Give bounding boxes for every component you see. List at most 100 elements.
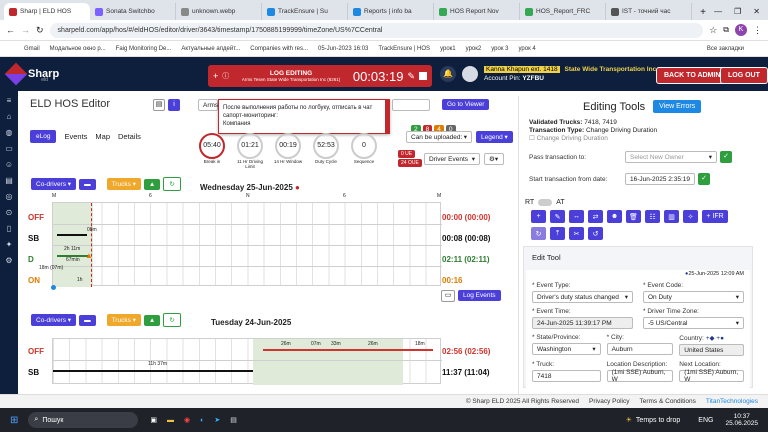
driver-search-field[interactable] bbox=[392, 99, 430, 111]
truck-select[interactable]: 7418 bbox=[532, 370, 601, 382]
driver-tz-select[interactable]: -5 US/Central ▾ bbox=[643, 317, 744, 329]
tab-ist[interactable]: IST - точний час bbox=[606, 3, 692, 20]
plus-icon[interactable]: + bbox=[213, 71, 218, 81]
chrome-icon[interactable]: ◉ bbox=[184, 416, 190, 424]
taskbar-search[interactable]: ⌕ Пошук bbox=[28, 412, 139, 428]
ifr-button[interactable]: + IFR bbox=[702, 210, 728, 223]
grid-settings-button[interactable]: ⚙▾ bbox=[484, 153, 504, 165]
confirm-owner-button[interactable]: ✓ bbox=[720, 151, 732, 163]
tab-map[interactable]: Map bbox=[95, 132, 110, 141]
trucks-button[interactable]: Trucks ▾ bbox=[106, 314, 141, 326]
back-to-admin-button[interactable]: BACK TO ADMIN bbox=[656, 67, 729, 84]
user-icon[interactable]: ☻ bbox=[607, 210, 622, 223]
comment-icon[interactable]: ▭ bbox=[441, 290, 455, 302]
undo-icon[interactable]: ↺ bbox=[588, 227, 603, 240]
forward-icon[interactable]: → bbox=[21, 25, 30, 35]
maximize-icon[interactable]: ❐ bbox=[734, 7, 741, 16]
info-button[interactable]: i bbox=[168, 99, 180, 111]
bookmark-gmail[interactable]: Gmail bbox=[24, 46, 40, 52]
bookmark-all[interactable]: Все закладки bbox=[707, 46, 744, 52]
menu-icon[interactable]: ⋮ bbox=[753, 25, 762, 36]
tab-details[interactable]: Details bbox=[118, 132, 141, 141]
signal-icon[interactable]: ◎ bbox=[4, 193, 14, 201]
co-drivers-button[interactable]: Co-drivers ▾ bbox=[31, 178, 77, 190]
globe-icon[interactable]: ◍ bbox=[4, 129, 14, 137]
extensions-icon[interactable]: ⧉ bbox=[723, 25, 729, 35]
state-select[interactable]: Washington ▾ bbox=[532, 343, 601, 355]
shift-up-icon[interactable]: ⤒ bbox=[550, 227, 565, 240]
bookmark-item[interactable]: урок2 bbox=[466, 46, 482, 52]
event-type-select[interactable]: Driver's duty status changed ▾ bbox=[532, 291, 633, 303]
view-errors-button[interactable]: View Errors bbox=[653, 100, 702, 113]
new-tab-button[interactable]: + bbox=[696, 6, 710, 20]
driver-events-select[interactable]: Driver Events ▾ bbox=[424, 153, 480, 165]
star-icon[interactable]: ☆ bbox=[709, 25, 717, 36]
add-truck-icon[interactable]: ▲ bbox=[143, 314, 161, 326]
info-icon[interactable]: ⓘ bbox=[222, 71, 229, 81]
gear-icon[interactable]: ⚙ bbox=[4, 257, 14, 265]
app-icon[interactable]: ▤ bbox=[230, 416, 237, 424]
location-field[interactable]: (1mi SSE) Auburn, W bbox=[606, 369, 674, 383]
logout-button[interactable]: LOG OUT bbox=[720, 67, 768, 84]
sharp-logo[interactable]: Sharp eld bbox=[0, 62, 150, 86]
bookmark-item[interactable]: Faig Monitoring De... bbox=[116, 46, 172, 52]
taskview-icon[interactable]: ▣ bbox=[150, 416, 157, 424]
back-icon[interactable]: ← bbox=[6, 25, 15, 35]
add-event-icon[interactable]: + bbox=[531, 210, 546, 223]
truck-icon[interactable]: ▭ bbox=[4, 145, 14, 153]
start-date-field[interactable]: 16-Jun-2025 2:35:19 bbox=[625, 173, 695, 185]
go-to-viewer-button[interactable]: Go to Viewer bbox=[442, 99, 490, 110]
co-drivers-button[interactable]: Co-drivers ▾ bbox=[31, 314, 77, 326]
privacy-link[interactable]: Privacy Policy bbox=[589, 398, 629, 405]
add-truck-icon[interactable]: ▲ bbox=[143, 178, 161, 190]
edit-pencil-icon[interactable]: ✎ bbox=[550, 210, 565, 223]
stop-icon[interactable] bbox=[419, 72, 427, 80]
refresh-icon[interactable]: ↻ bbox=[163, 177, 181, 191]
cut-icon[interactable]: ✂ bbox=[569, 227, 584, 240]
swap-icon[interactable]: ⇄ bbox=[588, 210, 603, 223]
magic-icon[interactable]: ✧ bbox=[683, 210, 698, 223]
tab-elog[interactable]: eLog bbox=[30, 130, 57, 143]
next-location-field[interactable]: (1mi SSE) Auburn, W bbox=[679, 369, 744, 383]
refresh-icon[interactable]: ↻ bbox=[531, 227, 546, 240]
bookmark-item[interactable]: Актуальные апдейт... bbox=[181, 46, 240, 52]
pin-icon[interactable]: ⊙ bbox=[4, 209, 14, 217]
url-field[interactable]: sharpeld.com/app/hos/#/eldHOS/editor/dri… bbox=[49, 22, 704, 38]
file-explorer-icon[interactable]: ▬ bbox=[167, 417, 174, 424]
event-code-select[interactable]: On Duty ▾ bbox=[643, 291, 744, 303]
tab-reports[interactable]: Reports | info ba bbox=[348, 3, 434, 20]
edge-icon[interactable]: ◐ bbox=[200, 417, 204, 424]
group-icon[interactable]: ☷ bbox=[645, 210, 660, 223]
terms-link[interactable]: Terms & Conditions bbox=[639, 398, 695, 405]
truck-icon[interactable]: ▬ bbox=[79, 178, 96, 190]
day2-log-grid[interactable]: 11h 37m 26m 07m 33m 26m 18m bbox=[52, 338, 442, 385]
refresh-icon[interactable]: ↻ bbox=[163, 313, 181, 327]
bookmark-item[interactable]: Модальное окно р... bbox=[50, 46, 106, 52]
reload-icon[interactable]: ↻ bbox=[36, 25, 44, 36]
company-avatar[interactable] bbox=[462, 66, 478, 82]
delete-icon[interactable]: 🗑 bbox=[626, 210, 641, 223]
windows-start-icon[interactable]: ⊞ bbox=[10, 415, 18, 426]
popup-close-icon[interactable] bbox=[385, 99, 390, 133]
edit-icon[interactable]: ✎ bbox=[407, 71, 415, 82]
close-window-icon[interactable]: ✕ bbox=[753, 7, 760, 16]
telegram-icon[interactable]: ➤ bbox=[214, 416, 220, 424]
phone-icon[interactable]: ▯ bbox=[4, 225, 14, 233]
rt-at-toggle[interactable] bbox=[538, 199, 553, 206]
day1-log-grid[interactable]: 08m 2h 11m 18m (07m) 67min 1h ▲ bbox=[39, 202, 442, 290]
trucks-button[interactable]: Trucks ▾ bbox=[106, 178, 141, 190]
resize-icon[interactable]: ↔ bbox=[569, 210, 584, 223]
legend-button[interactable]: Legend ▾ bbox=[476, 131, 513, 143]
bookmark-item[interactable]: TrackEnsure | HOS bbox=[378, 46, 430, 52]
profile-avatar[interactable]: K bbox=[735, 24, 747, 36]
country-field[interactable]: United States bbox=[679, 344, 744, 356]
tab-unknown-webp[interactable]: unknown.webp bbox=[176, 3, 262, 20]
tab-sharp-eld[interactable]: Sharp | ELD HOS bbox=[4, 3, 90, 20]
new-owner-select[interactable]: Select New Owner ▾ bbox=[625, 151, 717, 163]
columns-icon[interactable]: ▥ bbox=[664, 210, 679, 223]
home-icon[interactable]: ⌂ bbox=[4, 113, 14, 121]
event-time-field[interactable]: 24-Jun-2025 11:39:17 PM bbox=[532, 317, 633, 329]
users-icon[interactable]: ☺ bbox=[4, 161, 14, 169]
bookmark-item[interactable]: Companies with res... bbox=[250, 46, 308, 52]
notifications-bell-icon[interactable]: 🔔 bbox=[440, 66, 456, 82]
